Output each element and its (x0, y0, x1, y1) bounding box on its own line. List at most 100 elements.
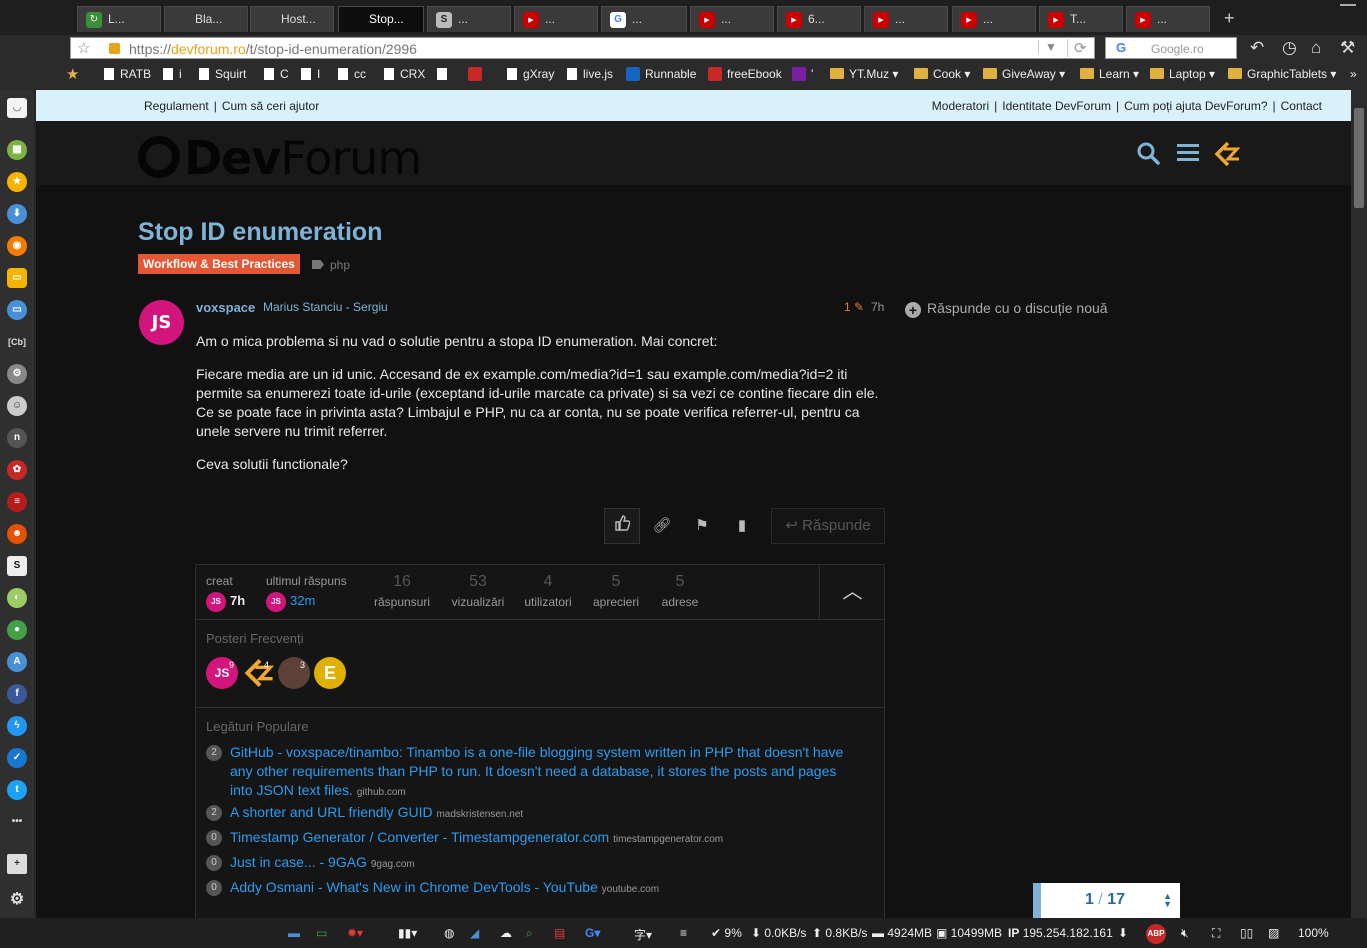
site-logo[interactable]: DevForum (138, 131, 422, 185)
user-avatar-icon[interactable] (1214, 141, 1242, 167)
post-timeline[interactable]: 1 / 17 ▲ ▼ (1033, 883, 1180, 918)
popular-link[interactable]: 0 Addy Osmani - What's New in Chrome DevT… (206, 878, 856, 899)
bookmark-item[interactable]: Laptop ▾ (1150, 67, 1215, 81)
bookmark-item[interactable]: GraphicTablets ▾ (1228, 67, 1336, 81)
bookmark-item[interactable]: GiveAway ▾ (983, 67, 1065, 81)
history-clock-icon[interactable]: ◷ (1282, 38, 1297, 58)
google-ext-icon[interactable]: G▾ (585, 926, 600, 940)
window-minimize-button[interactable] (1340, 4, 1356, 6)
search-bar[interactable]: G Google.ro (1105, 37, 1237, 59)
facebook-icon[interactable]: f (7, 684, 27, 704)
downloads-status-icon[interactable]: ⬇ (1118, 926, 1128, 940)
bookmark-item[interactable] (468, 67, 487, 81)
bookmark-item[interactable]: Squirt (199, 67, 246, 81)
favorites-star-icon[interactable]: ★ (7, 172, 27, 192)
flag-ext-icon[interactable]: ▤ (554, 926, 565, 940)
popular-link[interactable]: 2 A shorter and URL friendly GUID madskri… (206, 803, 856, 824)
search-icon[interactable] (1136, 141, 1160, 165)
link-title[interactable]: GitHub - voxspace/tinambo: Tinambo is a … (230, 744, 843, 798)
tab[interactable]: ... (690, 6, 774, 32)
add-panel-icon[interactable]: + (7, 854, 27, 874)
page-scrollbar[interactable] (1351, 90, 1367, 918)
tab[interactable]: ↻ L... (77, 6, 161, 32)
tab[interactable]: Bla... (164, 6, 248, 32)
extension-icon-3[interactable]: n (7, 428, 27, 448)
poster-avatar-3[interactable] (278, 657, 310, 689)
tab-stack-icon[interactable]: ▭ (316, 926, 327, 940)
last-reply-avatar[interactable]: JS (266, 592, 286, 612)
flag-button[interactable]: ⚑ (684, 508, 720, 544)
twitter-icon[interactable]: t (7, 780, 27, 800)
scroll-thumb[interactable] (1354, 108, 1364, 208)
lock-icon[interactable] (109, 43, 120, 54)
tab[interactable]: ... (514, 6, 598, 32)
menu-ext-icon[interactable]: ≡ (680, 926, 687, 940)
tab[interactable]: ... (1126, 6, 1210, 32)
link-regulament[interactable]: Regulament (144, 99, 209, 113)
bookmark-item[interactable]: Learn ▾ (1080, 67, 1139, 81)
post-username[interactable]: voxspace (196, 300, 255, 315)
edit-count[interactable]: 1 ✎ (844, 300, 864, 314)
bookmarks-star-icon[interactable]: ★ (66, 65, 79, 83)
split-view-icon[interactable]: ▯▯ (1240, 926, 1253, 940)
extension-icon-4[interactable]: ✿ (7, 460, 27, 480)
tab[interactable]: 6... (777, 6, 861, 32)
settings-gear-icon[interactable]: ⚙ (7, 890, 27, 910)
bookmark-item[interactable]: I (301, 67, 320, 81)
apps-grid-icon[interactable]: ▦ (7, 140, 27, 160)
messenger-app-icon[interactable]: ▭ (7, 300, 27, 320)
poster-avatar-4[interactable]: E (314, 657, 346, 689)
tools-icon[interactable]: ⚒ (1340, 38, 1355, 58)
rss-icon[interactable]: ◉ (7, 236, 27, 256)
poster-avatar-2[interactable] (244, 657, 276, 689)
tab[interactable]: T... (1039, 6, 1123, 32)
translate-ext-icon[interactable]: 字▾ (634, 926, 652, 943)
link-contact[interactable]: Contact (1281, 99, 1322, 113)
new-tab-button[interactable]: + (1224, 8, 1235, 29)
bookmark-item[interactable]: cc (338, 67, 366, 81)
post-fullname[interactable]: Marius Stanciu - Sergiu (263, 300, 388, 314)
bulb-icon[interactable]: ◍ (444, 926, 454, 940)
link-moderatori[interactable]: Moderatori (932, 99, 989, 113)
extension-icon-6[interactable]: ◐ (7, 588, 27, 608)
cloud-icon[interactable]: ☁ (500, 926, 512, 940)
category-badge[interactable]: Workflow & Best Practices (138, 254, 300, 274)
bookmark-item[interactable]: live.js (567, 67, 613, 81)
link-title[interactable]: A shorter and URL friendly GUID (230, 804, 433, 820)
tab[interactable]: ... (864, 6, 948, 32)
tiling-icon[interactable]: ▮▮▾ (398, 926, 417, 940)
tab[interactable]: ... (952, 6, 1036, 32)
bookmark-item[interactable]: Cook ▾ (914, 67, 970, 81)
speed-dial-icon[interactable]: ◡ (7, 98, 27, 118)
bookmark-item[interactable]: C (264, 67, 289, 81)
link-title[interactable]: Addy Osmani - What's New in Chrome DevTo… (230, 879, 598, 895)
address-bar[interactable]: ☆ https://devforum.ro/t/stop-id-enumerat… (70, 37, 1095, 59)
translate-icon[interactable]: A (7, 652, 27, 672)
more-bookmarks-icon[interactable]: » (1350, 67, 1357, 81)
topic-title[interactable]: Stop ID enumeration (138, 218, 382, 247)
bookmark-item[interactable]: CRX (384, 67, 425, 81)
bookmark-button[interactable]: ▮ (724, 508, 760, 544)
more-icon[interactable]: ••• (7, 812, 27, 832)
tab[interactable]: Stop... (338, 6, 424, 32)
share-link-button[interactable]: 🔗︎ (644, 508, 680, 544)
bookmark-item[interactable] (437, 67, 453, 81)
popular-link[interactable]: 0 Timestamp Generator / Converter - Times… (206, 828, 856, 849)
extension-icon-2[interactable]: ☺ (7, 396, 27, 416)
reply-new-topic-link[interactable]: + Răspunde cu o discuție nouă (905, 300, 1108, 318)
popular-link[interactable]: 0 Just in case... - 9GAG 9gag.com (206, 853, 856, 874)
mute-icon[interactable]: 🔇︎ (1181, 926, 1189, 941)
tab[interactable]: G... (601, 6, 687, 32)
bookmark-item[interactable]: gXray (507, 67, 554, 81)
bookmark-item[interactable]: YT.Muz ▾ (830, 67, 898, 81)
bookmark-item[interactable]: Runnable (626, 67, 696, 81)
extension-icon-5[interactable]: ☻ (7, 524, 27, 544)
link-title[interactable]: Just in case... - 9GAG (230, 854, 367, 870)
last-reply-time[interactable]: 32m (290, 593, 315, 608)
downloads-icon[interactable]: ⬇ (7, 204, 27, 224)
check-icon[interactable]: ✓ (7, 748, 27, 768)
created-time[interactable]: 7h (230, 593, 245, 608)
reload-icon[interactable]: ⟳ (1067, 39, 1087, 57)
image-toggle-icon[interactable]: ▨ (1268, 926, 1279, 940)
green-dot-icon[interactable]: ● (7, 620, 27, 640)
